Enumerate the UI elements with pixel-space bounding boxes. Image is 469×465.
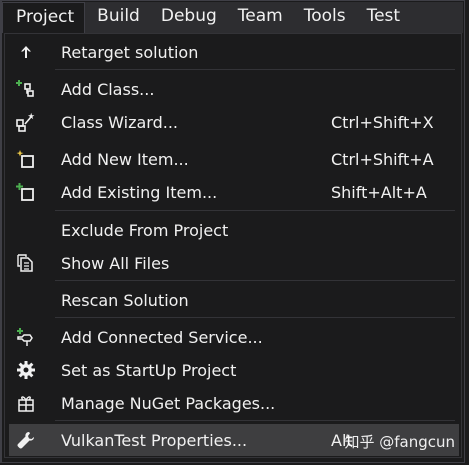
menu-item-show-all-files[interactable]: Show All Files	[9, 247, 459, 279]
menu-separator	[55, 210, 455, 211]
menu-item-project-properties[interactable]: VulkanTest Properties... Alt 知乎 @fangcun	[9, 424, 459, 456]
menu-team[interactable]: Team	[226, 2, 292, 33]
menu-separator	[55, 280, 455, 281]
class-wizard-icon	[15, 111, 37, 133]
menu-item-label: Set as StartUp Project	[61, 360, 237, 380]
menu-debug[interactable]: Debug	[149, 2, 226, 33]
add-existing-item-icon	[15, 181, 37, 203]
menu-separator	[55, 420, 455, 421]
menu-item-rescan-solution[interactable]: Rescan Solution	[9, 284, 459, 316]
menu-item-add-class[interactable]: Add Class...	[9, 73, 459, 105]
menu-bar: Project Build Debug Team Tools Test	[2, 2, 463, 33]
menu-item-manage-nuget-packages[interactable]: Manage NuGet Packages...	[9, 387, 459, 419]
menu-build[interactable]: Build	[85, 2, 149, 33]
add-class-icon	[15, 78, 37, 100]
menu-item-retarget-solution[interactable]: Retarget solution	[9, 36, 459, 68]
arrow-up-icon	[15, 41, 37, 63]
menu-separator	[55, 317, 455, 318]
menu-item-shortcut: Ctrl+Shift+A	[331, 149, 434, 169]
gear-icon	[15, 359, 37, 381]
menu-test[interactable]: Test	[355, 2, 409, 33]
menu-item-label: Exclude From Project	[61, 220, 229, 240]
menu-item-label: Add New Item...	[61, 149, 189, 169]
menu-item-label: Add Class...	[61, 79, 155, 99]
menu-item-set-as-startup-project[interactable]: Set as StartUp Project	[9, 354, 459, 386]
menu-separator	[55, 69, 455, 70]
connected-service-icon	[15, 326, 37, 348]
menu-item-exclude-from-project[interactable]: Exclude From Project	[9, 214, 459, 246]
menu-item-label: Retarget solution	[61, 42, 199, 62]
wrench-icon	[15, 429, 37, 451]
show-all-files-icon	[15, 252, 37, 274]
project-dropdown-menu: Retarget solution Add Class... Class Wiz…	[4, 33, 462, 458]
menu-item-label: Manage NuGet Packages...	[61, 393, 276, 413]
menu-item-label: Class Wizard...	[61, 112, 179, 132]
menu-item-shortcut: Ctrl+Shift+X	[331, 112, 434, 132]
menu-item-label: Rescan Solution	[61, 290, 189, 310]
menu-item-label: Add Existing Item...	[61, 182, 218, 202]
add-new-item-icon	[15, 148, 37, 170]
watermark-text: 知乎 @fangcun	[344, 433, 455, 451]
menu-item-shortcut: Shift+Alt+A	[331, 182, 427, 202]
menu-item-add-existing-item[interactable]: Add Existing Item... Shift+Alt+A	[9, 176, 459, 208]
menu-project[interactable]: Project	[2, 2, 86, 33]
menu-item-label: Show All Files	[61, 253, 170, 273]
menu-item-add-connected-service[interactable]: Add Connected Service...	[9, 321, 459, 353]
menu-tools[interactable]: Tools	[292, 2, 355, 33]
menu-item-label: Add Connected Service...	[61, 327, 263, 347]
menu-item-label: VulkanTest Properties...	[61, 430, 248, 450]
menu-item-class-wizard[interactable]: Class Wizard... Ctrl+Shift+X	[9, 106, 459, 138]
menu-item-add-new-item[interactable]: Add New Item... Ctrl+Shift+A	[9, 143, 459, 175]
nuget-package-icon	[15, 392, 37, 414]
